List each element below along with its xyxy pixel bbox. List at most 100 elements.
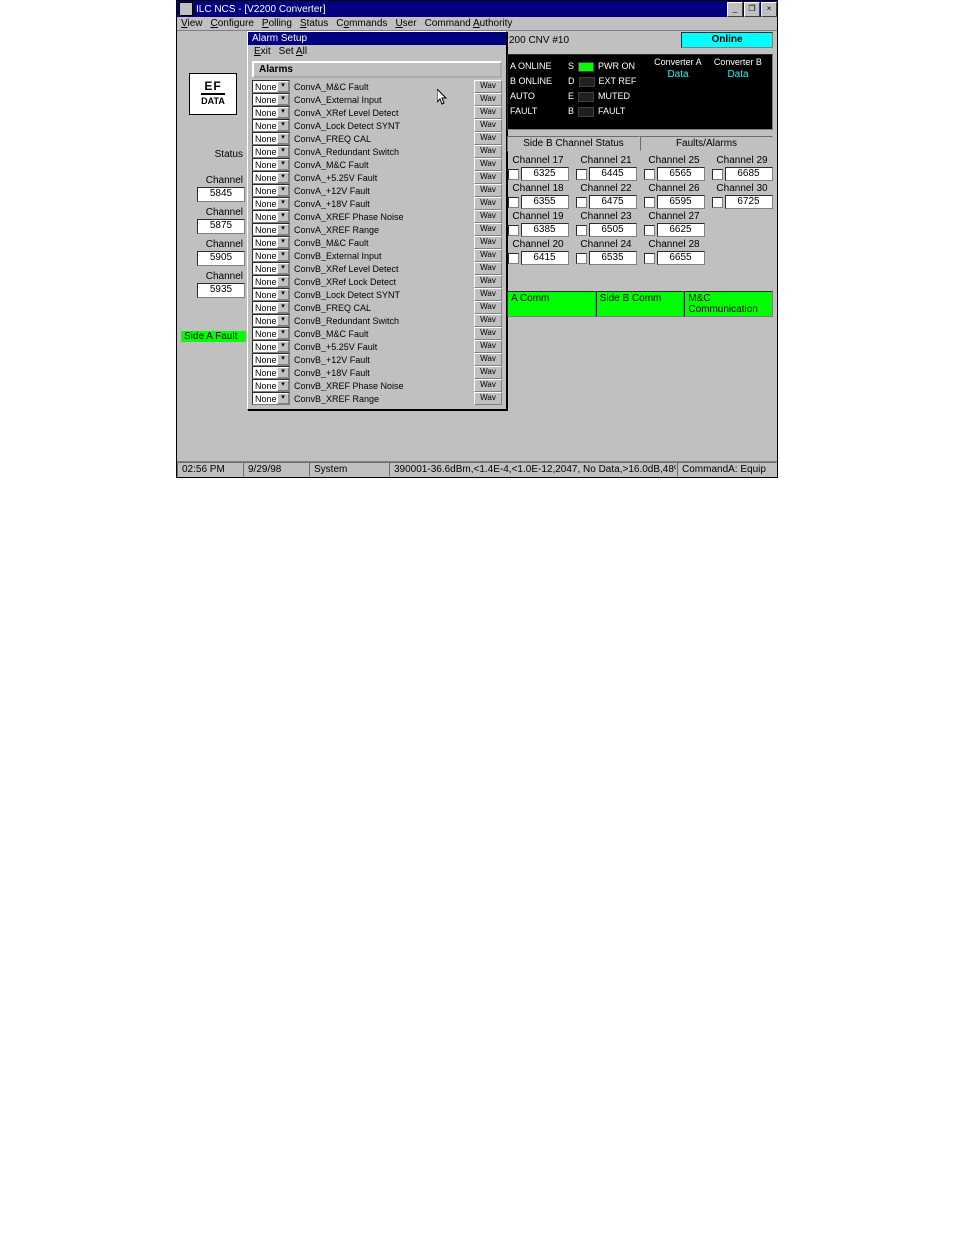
wav-button[interactable]: Wav <box>474 262 502 275</box>
wav-button[interactable]: Wav <box>474 392 502 405</box>
wav-button[interactable]: Wav <box>474 197 502 210</box>
channel-value[interactable]: 6685 <box>725 167 773 181</box>
alarm-severity-select[interactable]: None▾ <box>252 340 290 353</box>
wav-button[interactable]: Wav <box>474 249 502 262</box>
channel-value[interactable]: 6625 <box>657 223 705 237</box>
wav-button[interactable]: Wav <box>474 132 502 145</box>
alarm-severity-select[interactable]: None▾ <box>252 288 290 301</box>
alarm-severity-select[interactable]: None▾ <box>252 132 290 145</box>
channel-value[interactable]: 6565 <box>657 167 705 181</box>
ch1-value[interactable]: 5845 <box>197 187 245 202</box>
wav-button[interactable]: Wav <box>474 327 502 340</box>
channel-checkbox[interactable] <box>644 197 655 208</box>
wav-button[interactable]: Wav <box>474 171 502 184</box>
alarm-severity-select[interactable]: None▾ <box>252 327 290 340</box>
wav-button[interactable]: Wav <box>474 236 502 249</box>
alarm-severity-select[interactable]: None▾ <box>252 366 290 379</box>
wav-button[interactable]: Wav <box>474 379 502 392</box>
wav-button[interactable]: Wav <box>474 158 502 171</box>
channel-value[interactable]: 6655 <box>657 251 705 265</box>
alarm-severity-select[interactable]: None▾ <box>252 223 290 236</box>
wav-button[interactable]: Wav <box>474 93 502 106</box>
channel-value[interactable]: 6385 <box>521 223 569 237</box>
chevron-down-icon: ▾ <box>277 159 289 170</box>
channel-checkbox[interactable] <box>644 253 655 264</box>
alarm-severity-select[interactable]: None▾ <box>252 275 290 288</box>
alarm-severity-select[interactable]: None▾ <box>252 80 290 93</box>
alarm-severity-select[interactable]: None▾ <box>252 171 290 184</box>
menu-configure[interactable]: Configure <box>211 18 254 29</box>
channel-value[interactable]: 6415 <box>521 251 569 265</box>
alarm-severity-select[interactable]: None▾ <box>252 184 290 197</box>
menu-user[interactable]: User <box>395 18 416 29</box>
menu-command-authority[interactable]: Command Authority <box>425 18 513 29</box>
channel-checkbox[interactable] <box>576 225 587 236</box>
chevron-down-icon: ▾ <box>277 211 289 222</box>
channel-value[interactable]: 6725 <box>725 195 773 209</box>
channel-grid: Channel 176325Channel 216445Channel 2565… <box>507 155 773 265</box>
alarm-exit[interactable]: Exit <box>254 46 271 57</box>
maximize-button[interactable]: ❐ <box>744 2 760 17</box>
alarm-severity-select[interactable]: None▾ <box>252 106 290 119</box>
alarm-set-all[interactable]: Set All <box>279 46 307 57</box>
alarm-severity-select[interactable]: None▾ <box>252 249 290 262</box>
menu-view[interactable]: View <box>181 18 203 29</box>
channel-checkbox[interactable] <box>712 169 723 180</box>
alarm-severity-select[interactable]: None▾ <box>252 262 290 275</box>
alarm-severity-select[interactable]: None▾ <box>252 301 290 314</box>
channel-value[interactable]: 6595 <box>657 195 705 209</box>
channel-checkbox[interactable] <box>508 169 519 180</box>
alarm-severity-select[interactable]: None▾ <box>252 379 290 392</box>
channel-value[interactable]: 6535 <box>589 251 637 265</box>
wav-button[interactable]: Wav <box>474 119 502 132</box>
wav-button[interactable]: Wav <box>474 145 502 158</box>
channel-value[interactable]: 6445 <box>589 167 637 181</box>
wav-button[interactable]: Wav <box>474 340 502 353</box>
menu-commands[interactable]: Commands <box>336 18 387 29</box>
menu-polling[interactable]: Polling <box>262 18 292 29</box>
wav-button[interactable]: Wav <box>474 210 502 223</box>
alarm-severity-select[interactable]: None▾ <box>252 210 290 223</box>
ch4-value[interactable]: 5935 <box>197 283 245 298</box>
alarm-severity-select[interactable]: None▾ <box>252 119 290 132</box>
wav-button[interactable]: Wav <box>474 366 502 379</box>
channel-checkbox[interactable] <box>508 225 519 236</box>
wav-button[interactable]: Wav <box>474 80 502 93</box>
channel-value[interactable]: 6325 <box>521 167 569 181</box>
ch3-value[interactable]: 5905 <box>197 251 245 266</box>
wav-button[interactable]: Wav <box>474 106 502 119</box>
wav-button[interactable]: Wav <box>474 353 502 366</box>
channel-name: Channel 25 <box>643 155 705 166</box>
channel-checkbox[interactable] <box>644 169 655 180</box>
minimize-button[interactable]: _ <box>727 2 743 17</box>
wav-button[interactable]: Wav <box>474 275 502 288</box>
channel-checkbox[interactable] <box>576 253 587 264</box>
channel-checkbox[interactable] <box>712 197 723 208</box>
wav-button[interactable]: Wav <box>474 223 502 236</box>
channel-checkbox[interactable] <box>576 169 587 180</box>
channel-checkbox[interactable] <box>508 253 519 264</box>
alarm-severity-select[interactable]: None▾ <box>252 145 290 158</box>
wav-button[interactable]: Wav <box>474 314 502 327</box>
channel-value[interactable]: 6505 <box>589 223 637 237</box>
alarm-severity-select[interactable]: None▾ <box>252 158 290 171</box>
channel-checkbox[interactable] <box>508 197 519 208</box>
alarm-severity-select[interactable]: None▾ <box>252 392 290 405</box>
alarm-severity-select[interactable]: None▾ <box>252 236 290 249</box>
alarm-severity-select[interactable]: None▾ <box>252 353 290 366</box>
wav-button[interactable]: Wav <box>474 288 502 301</box>
channel-checkbox[interactable] <box>576 197 587 208</box>
channel-value[interactable]: 6355 <box>521 195 569 209</box>
ch2-value[interactable]: 5875 <box>197 219 245 234</box>
chevron-down-icon: ▾ <box>277 380 289 391</box>
alarm-severity-select[interactable]: None▾ <box>252 93 290 106</box>
wav-button[interactable]: Wav <box>474 301 502 314</box>
close-button[interactable]: × <box>761 2 777 17</box>
alarm-severity-select[interactable]: None▾ <box>252 314 290 327</box>
led-label: AUTO <box>510 89 552 104</box>
channel-checkbox[interactable] <box>644 225 655 236</box>
channel-value[interactable]: 6475 <box>589 195 637 209</box>
alarm-severity-select[interactable]: None▾ <box>252 197 290 210</box>
wav-button[interactable]: Wav <box>474 184 502 197</box>
menu-status[interactable]: Status <box>300 18 328 29</box>
